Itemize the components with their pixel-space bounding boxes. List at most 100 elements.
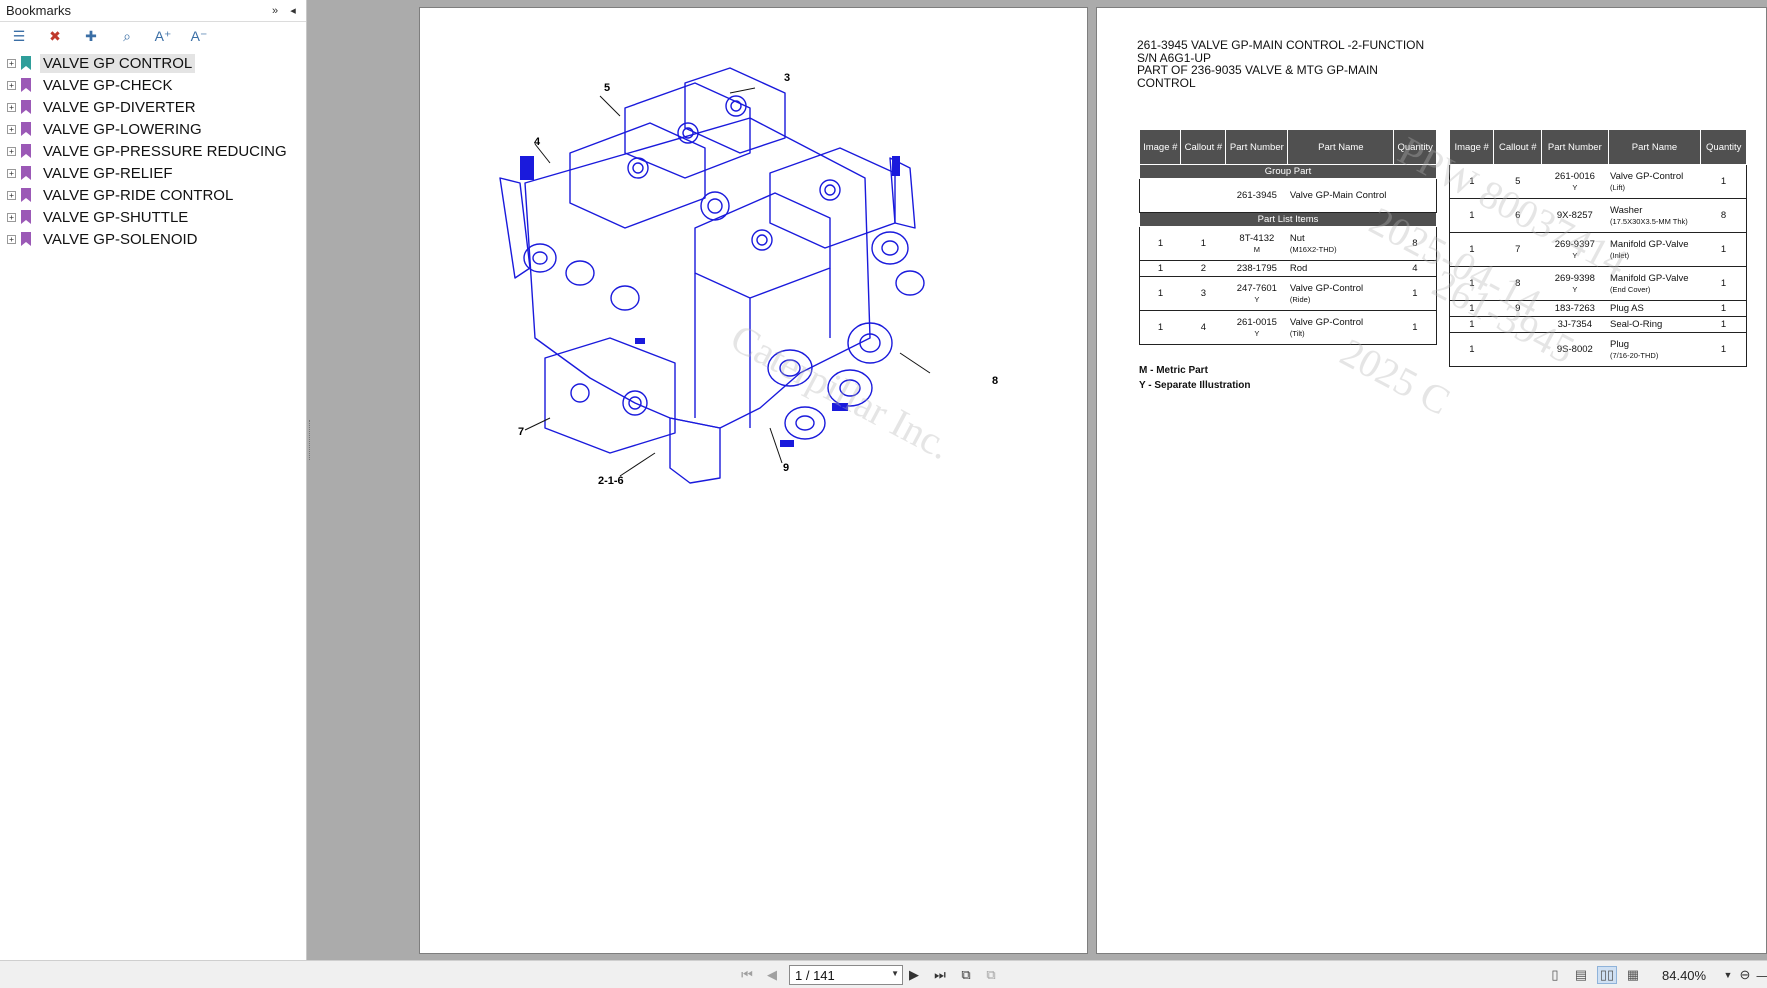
bookmark-item[interactable]: + VALVE GP CONTROL <box>0 52 306 74</box>
find-bookmark-icon[interactable]: ⌕ <box>116 25 138 47</box>
table-row: 1 7 269-9397 Y Manifold GP-Valve (Inlet) 1 <box>1449 232 1747 267</box>
fit-page-icon[interactable]: ⧉ <box>958 967 974 983</box>
cell-image: 1 <box>1139 310 1181 345</box>
page-illustration: 5 3 4 8 7 9 2-1-6 Caterpillar Inc. <box>419 7 1088 954</box>
cell-quantity: 1 <box>1700 164 1747 199</box>
prev-page-icon[interactable]: ◀ <box>764 967 780 983</box>
last-page-icon[interactable]: ⏭ <box>932 967 948 983</box>
cell-image <box>1139 178 1181 213</box>
callout-label: 2-1-6 <box>598 475 624 487</box>
valve-illustration <box>499 67 931 484</box>
bookmark-label: VALVE GP-SHUTTLE <box>43 208 189 226</box>
cell-part-number: 8T-4132 M <box>1225 226 1288 261</box>
callout-label: 8 <box>992 375 999 387</box>
bookmark-item[interactable]: + VALVE GP-RELIEF <box>0 162 306 184</box>
zoom-level[interactable]: 84.40% <box>1662 968 1706 983</box>
increase-text-size-icon[interactable]: A⁺ <box>152 25 174 47</box>
cell-quantity: 8 <box>1700 198 1747 233</box>
page-number-input[interactable]: 1 / 141 ▼ <box>789 965 903 985</box>
expand-toggle-icon[interactable]: + <box>7 190 16 200</box>
cell-part-number: 261-0016 Y <box>1541 164 1608 199</box>
decrease-text-size-icon[interactable]: A⁻ <box>188 25 210 47</box>
page-dropdown-icon[interactable]: ▼ <box>891 969 899 978</box>
column-header: Part Name <box>1287 129 1395 165</box>
new-bookmark-icon[interactable]: ✚ <box>80 25 102 47</box>
cell-part-name: Nut (M16X2-THD) <box>1287 226 1394 261</box>
bookmark-item[interactable]: + VALVE GP-SHUTTLE <box>0 206 306 228</box>
part-detail: (Inlet) <box>1610 250 1630 260</box>
next-page-icon[interactable]: ▶ <box>906 967 922 983</box>
cell-part-number: 247-7601 Y <box>1225 276 1288 311</box>
column-header: Image # <box>1138 129 1182 165</box>
zoom-out-icon[interactable]: ⊖ <box>1737 967 1753 983</box>
bookmark-label: VALVE GP-PRESSURE REDUCING <box>43 142 287 160</box>
bookmark-icon <box>21 232 31 246</box>
cell-part-name: Washer (17.5X30X3.5-MM Thk) <box>1608 198 1701 233</box>
callout-label: 4 <box>534 136 541 148</box>
part-flag: Y <box>1572 284 1578 294</box>
bookmark-label: VALVE GP-RIDE CONTROL <box>43 186 234 204</box>
expand-toggle-icon[interactable]: + <box>7 212 16 222</box>
bookmark-label: VALVE GP-RELIEF <box>43 164 173 182</box>
cell-image: 1 <box>1449 300 1494 317</box>
expand-toggle-icon[interactable]: + <box>7 234 16 244</box>
continuous-facing-view-icon[interactable]: ▦ <box>1623 966 1643 984</box>
zoom-dropdown-icon[interactable]: ▼ <box>1720 967 1736 983</box>
table-row: 261-3945 Valve GP-Main Control <box>1139 178 1437 213</box>
bookmark-options-icon[interactable]: ☰ <box>8 25 30 47</box>
cell-quantity: 1 <box>1700 300 1747 317</box>
cell-quantity: 1 <box>1700 232 1747 267</box>
delete-bookmark-icon[interactable]: ✖ <box>44 25 66 47</box>
cell-part-number: 269-9397 Y <box>1541 232 1608 267</box>
cell-quantity: 1 <box>1700 332 1747 367</box>
expand-toggle-icon[interactable]: + <box>7 168 16 178</box>
expand-toggle-icon[interactable]: + <box>7 124 16 134</box>
cell-image: 1 <box>1449 316 1494 333</box>
expand-toggle-icon[interactable]: + <box>7 58 16 68</box>
bookmarks-toolbar: ☰ ✖ ✚ ⌕ A⁺ A⁻ <box>0 22 306 50</box>
parts-table-left: Image # Callout # Part Number Part Name Quan… <box>1138 129 1437 345</box>
legend-separate: Y - Separate Illustration <box>1139 379 1251 391</box>
column-header: Quantity <box>1700 129 1747 165</box>
title-line: 261-3945 VALVE GP-MAIN CONTROL -2-FUNCTI… <box>1137 38 1425 52</box>
expand-toggle-icon[interactable]: + <box>7 102 16 112</box>
part-detail: (M16X2-THD) <box>1289 244 1337 254</box>
collapse-panel-icon[interactable]: ◂ <box>286 4 300 17</box>
expand-toggle-icon[interactable]: + <box>7 80 16 90</box>
table-row: 1 4 261-0015 Y Valve GP-Control (Tilt) 1 <box>1139 310 1437 345</box>
continuous-view-icon[interactable]: ▤ <box>1571 966 1591 984</box>
fit-width-icon[interactable]: ⧉ <box>983 967 999 983</box>
cell-part-number: 9X-8257 <box>1541 198 1608 233</box>
cell-part-number: 261-3945 <box>1225 178 1288 213</box>
table-row: 1 2 238-1795 Rod 4 <box>1139 260 1437 277</box>
bookmarks-panel: Bookmarks » ◂ ☰ ✖ ✚ ⌕ A⁺ A⁻ + VALVE GP CO… <box>0 0 307 960</box>
bookmark-item[interactable]: + VALVE GP-LOWERING <box>0 118 306 140</box>
bookmark-label: VALVE GP-DIVERTER <box>43 98 196 116</box>
cell-part-number: 3J-7354 <box>1541 316 1608 333</box>
bookmark-item[interactable]: + VALVE GP-CHECK <box>0 74 306 96</box>
bookmark-icon <box>21 144 31 158</box>
facing-view-icon[interactable]: ▯▯ <box>1597 966 1617 984</box>
bookmark-item[interactable]: + VALVE GP-RIDE CONTROL <box>0 184 306 206</box>
first-page-icon[interactable]: ⏮ <box>739 967 755 983</box>
part-detail: (7/16-20-THD) <box>1610 350 1659 360</box>
part-detail: (17.5X30X3.5-MM Thk) <box>1610 216 1688 226</box>
expand-toggle-icon[interactable]: + <box>7 146 16 156</box>
part-list-heading: Part List Items <box>1139 212 1437 227</box>
expand-panel-icon[interactable]: » <box>268 5 282 17</box>
single-page-view-icon[interactable]: ▯ <box>1545 966 1565 984</box>
zoom-slider-icon[interactable]: — <box>1755 967 1767 983</box>
cell-callout <box>1493 332 1542 367</box>
cell-image: 1 <box>1449 164 1494 199</box>
bookmark-item[interactable]: + VALVE GP-SOLENOID <box>0 228 306 250</box>
cell-callout: 4 <box>1180 310 1226 345</box>
column-header: Part Number <box>1541 129 1609 165</box>
bookmark-item[interactable]: + VALVE GP-DIVERTER <box>0 96 306 118</box>
cell-quantity: 1 <box>1700 266 1747 301</box>
cell-callout <box>1180 178 1226 213</box>
panel-splitter[interactable] <box>307 0 313 960</box>
bookmark-item[interactable]: + VALVE GP-PRESSURE REDUCING <box>0 140 306 162</box>
part-flag: M <box>1253 244 1260 254</box>
bookmarks-title: Bookmarks <box>6 3 72 18</box>
column-header: Callout # <box>1180 129 1227 165</box>
